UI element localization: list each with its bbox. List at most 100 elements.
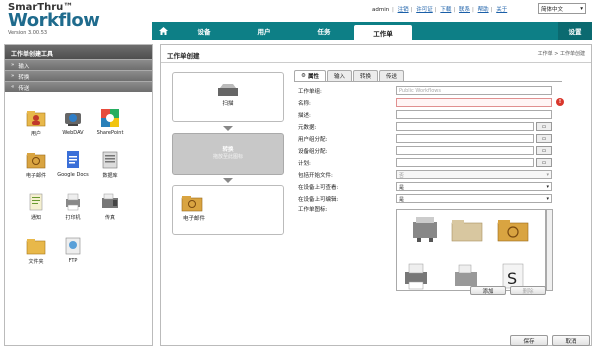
top-links: admin | 注销 | 许可证 | 下载 | 联系 | 帮助 | 关于 [372, 7, 508, 13]
flow-convert-hint: 拖放至此图标 [212, 154, 243, 160]
tool-user[interactable]: 用户 [18, 108, 54, 137]
property-tabs: ⚙ 属性 输入 转换 传送 [294, 70, 404, 81]
metadata-label: 元数据: [298, 125, 317, 131]
tool-sharepoint[interactable]: SharePoint [92, 108, 128, 136]
tab-divider [294, 81, 562, 82]
tool-label: 文件夹 [28, 259, 44, 265]
tab-input[interactable]: 输入 [326, 70, 352, 81]
logout-link[interactable]: 注销 [398, 7, 409, 13]
nav-device[interactable]: 设备 [174, 22, 234, 40]
folder-icon[interactable] [451, 218, 483, 244]
add-icon-button[interactable]: 添加 [470, 286, 506, 295]
workflow-icon-label: 工作单图标: [298, 207, 328, 213]
tool-database[interactable]: 数据库 [92, 150, 128, 179]
language-value: 简体中文 [541, 6, 564, 13]
device-group-label: 设备组分配: [298, 149, 328, 155]
delete-icon-button[interactable]: 删除 [510, 286, 546, 295]
metadata-browse-button[interactable]: ▭ [536, 122, 552, 131]
user-folder-icon [26, 108, 46, 128]
name-label: 名称: [298, 101, 311, 107]
tab-label: 属性 [307, 74, 319, 80]
section-send[interactable]: «传送 [5, 81, 152, 92]
email-icon[interactable] [497, 218, 529, 244]
schedule-field [396, 158, 534, 167]
download-link[interactable]: 下载 [440, 7, 451, 13]
chevron-down-icon: » [11, 62, 15, 68]
tab-label: 传送 [385, 74, 397, 80]
page-title: 工作单创建 [167, 52, 200, 60]
tool-label: 电子邮件 [25, 173, 46, 179]
device-group-browse-button[interactable]: ▭ [536, 146, 552, 155]
flow-convert-label: 转换 [222, 147, 234, 153]
tool-label: 数据库 [102, 173, 118, 179]
about-link[interactable]: 关于 [496, 7, 507, 13]
include-start-select[interactable]: 否 ▾ [396, 170, 552, 179]
logo-product: Workflow [8, 10, 100, 31]
tool-email[interactable]: 电子邮件 [18, 150, 54, 179]
printer-icon[interactable] [403, 262, 429, 290]
description-input[interactable] [396, 110, 552, 119]
tab-send[interactable]: 传送 [378, 70, 404, 81]
section-label: 输入 [18, 64, 30, 70]
browse-icon: ▭ [541, 147, 547, 154]
email-icon [181, 194, 283, 214]
chevron-down-icon: ▾ [546, 196, 549, 202]
user-group-label: 用户组分配: [298, 137, 328, 143]
nav-workflow[interactable]: 工作单 [354, 25, 412, 40]
edit-on-device-label: 在设备上可编辑: [298, 197, 339, 203]
icon-picker-scrollbar[interactable] [546, 209, 553, 291]
nav-tasks[interactable]: 任务 [294, 22, 354, 40]
tab-convert[interactable]: 转换 [352, 70, 378, 81]
flow-output-card[interactable]: 电子邮件 [172, 185, 284, 235]
settings-button[interactable]: 设置 [558, 22, 592, 40]
chevron-down-icon: ▾ [580, 5, 583, 12]
flow-input-card[interactable]: 扫描 [172, 72, 284, 122]
folder-icon [26, 236, 46, 256]
description-label: 描述: [298, 113, 311, 119]
section-convert[interactable]: » 转换 [5, 70, 152, 81]
scanner-icon [173, 83, 283, 99]
cancel-button[interactable]: 取消 [552, 335, 590, 346]
help-link[interactable]: 帮助 [478, 7, 489, 13]
include-start-label: 包括开始文件: [298, 173, 333, 179]
chevron-down-icon: » [11, 73, 15, 79]
save-button[interactable]: 保存 [510, 335, 548, 346]
flow-output-label: 电子邮件 [183, 216, 206, 222]
tool-google-docs[interactable]: Google Docs [55, 150, 91, 178]
select-value: 否 [399, 173, 405, 179]
icon-picker: S [396, 209, 546, 291]
error-icon: ! [556, 98, 564, 106]
nav-users[interactable]: 用户 [234, 22, 294, 40]
email-icon [26, 150, 46, 170]
tool-label: 打印机 [65, 215, 81, 221]
device-group-field [396, 146, 534, 155]
show-on-device-select[interactable]: 是 ▾ [396, 182, 552, 191]
tool-webdav[interactable]: WebDAV [55, 108, 91, 136]
tab-properties[interactable]: ⚙ 属性 [294, 70, 326, 81]
notification-icon [26, 192, 46, 212]
fax-icon [100, 192, 120, 212]
user-group-browse-button[interactable]: ▭ [536, 134, 552, 143]
language-select[interactable]: 简体中文 ▾ [538, 3, 586, 14]
tool-ftp[interactable]: FTP [55, 236, 91, 264]
tool-printer[interactable]: 打印机 [55, 192, 91, 221]
contact-link[interactable]: 联系 [459, 7, 470, 13]
database-icon [100, 150, 120, 170]
home-icon[interactable] [152, 22, 174, 40]
tab-label: 输入 [333, 74, 345, 80]
section-label: 传送 [18, 86, 30, 92]
chevron-up-icon: « [11, 84, 15, 90]
tool-notification[interactable]: 通知 [18, 192, 54, 221]
schedule-browse-button[interactable]: ▭ [536, 158, 552, 167]
license-link[interactable]: 许可证 [416, 7, 433, 13]
browse-icon: ▭ [541, 135, 547, 142]
edit-on-device-select[interactable]: 是 ▾ [396, 194, 552, 203]
section-input[interactable]: » 输入 [5, 59, 152, 70]
show-on-device-label: 在设备上可查看: [298, 185, 339, 191]
user-group-field [396, 134, 534, 143]
flow-convert-card[interactable]: 转换 拖放至此图标 [172, 133, 284, 175]
tool-folder[interactable]: 文件夹 [18, 236, 54, 265]
name-input[interactable] [396, 98, 552, 107]
tool-fax[interactable]: 传真 [92, 192, 128, 221]
copier-icon[interactable] [411, 216, 439, 244]
